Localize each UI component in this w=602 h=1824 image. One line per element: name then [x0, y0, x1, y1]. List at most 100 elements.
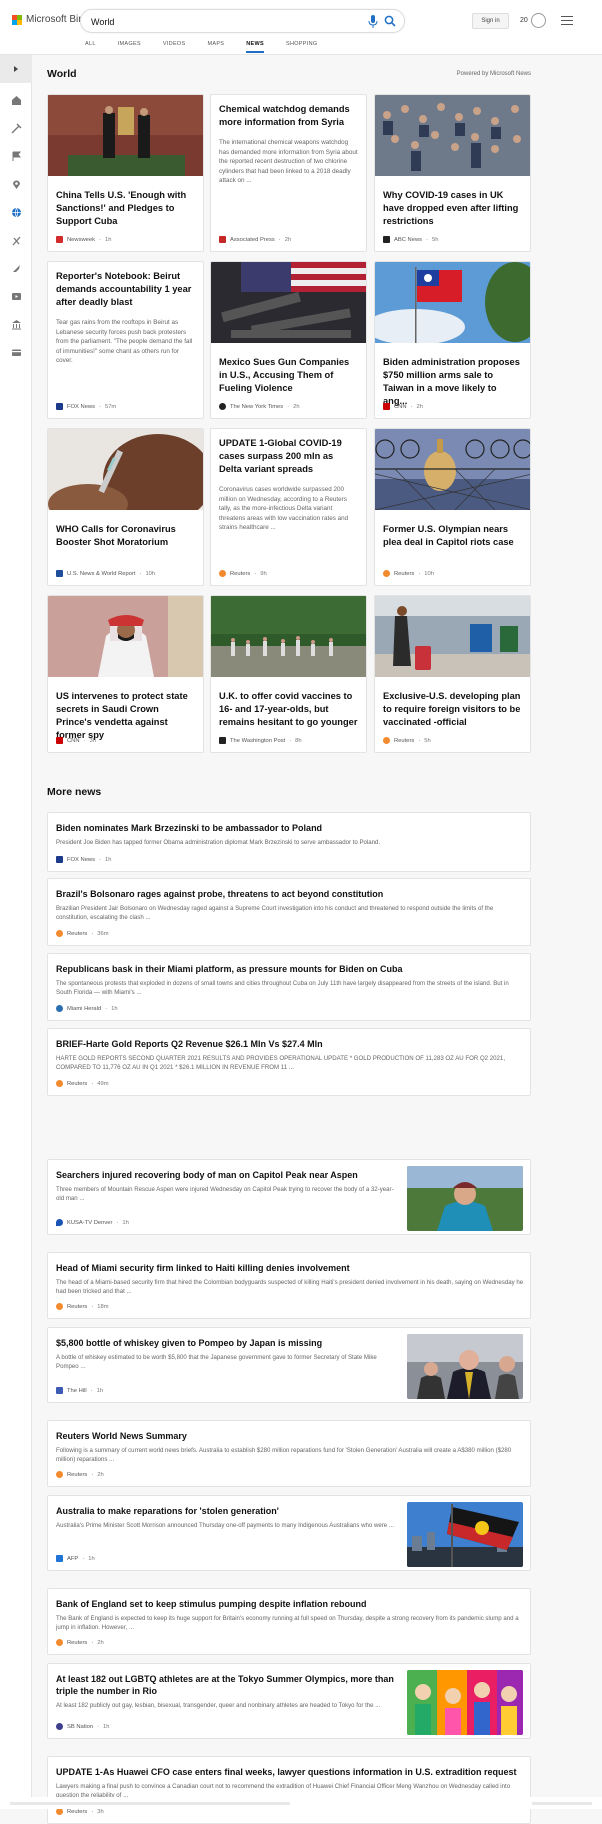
search-input[interactable]	[91, 14, 331, 29]
separator: ·	[139, 570, 142, 577]
news-list-item[interactable]: UPDATE 1-As Huawei CFO case enters final…	[47, 1756, 531, 1824]
section-header: World Powered by Microsoft News	[47, 68, 531, 82]
news-list-item[interactable]: Searchers injured recovering body of man…	[47, 1159, 531, 1235]
time-ago: 2h	[284, 236, 292, 243]
abc-icon	[383, 236, 390, 243]
news-card[interactable]: UPDATE 1-Global COVID-19 cases surpass 2…	[210, 428, 367, 586]
newsweek-icon	[56, 236, 63, 243]
separator: ·	[289, 737, 292, 744]
source-line: Reuters · 9h	[219, 570, 267, 577]
expand-rail-button[interactable]	[0, 55, 32, 83]
source-name: The New York Times	[230, 403, 284, 410]
news-card[interactable]: Exclusive-U.S. developing plan to requir…	[374, 595, 531, 753]
chevron-right-icon	[14, 66, 18, 72]
page-footer	[0, 1797, 602, 1809]
news-list-item[interactable]: $5,800 bottle of whiskey given to Pompeo…	[47, 1327, 531, 1403]
menu-icon[interactable]	[561, 16, 573, 25]
flag-icon[interactable]	[9, 149, 23, 163]
news-card[interactable]: WHO Calls for Coronavirus Booster Shot M…	[47, 428, 204, 586]
bank-icon[interactable]	[9, 317, 23, 331]
news-card[interactable]: Mexico Sues Gun Companies in U.S., Accus…	[210, 261, 367, 419]
separator: ·	[99, 403, 101, 410]
source-name: Associated Press	[230, 236, 275, 243]
fox-icon	[56, 403, 63, 410]
time-ago: 2h	[416, 403, 423, 410]
news-card[interactable]: Why COVID-19 cases in UK have dropped ev…	[374, 94, 531, 252]
time-ago: 1h	[104, 856, 112, 863]
home-icon[interactable]	[9, 93, 23, 107]
rocket-icon[interactable]	[9, 261, 23, 275]
news-card-image	[375, 262, 530, 345]
source-line: CNN · 2h	[383, 403, 423, 410]
source-line: The New York Times · 2h	[219, 403, 300, 410]
news-card-image	[375, 596, 530, 677]
tab-news[interactable]: NEWS	[246, 39, 264, 53]
news-list-item[interactable]: Brazil's Bolsonaro rages against probe, …	[47, 878, 531, 946]
news-list-item[interactable]: Reuters World News Summary Following is …	[47, 1420, 531, 1487]
news-card[interactable]: Reporter's Notebook: Beirut demands acco…	[47, 261, 204, 419]
news-card[interactable]: China Tells U.S. 'Enough with Sanctions!…	[47, 94, 204, 252]
card-title: WHO Calls for Coronavirus Booster Shot M…	[56, 524, 176, 547]
news-list-item[interactable]: BRIEF-Harte Gold Reports Q2 Revenue $26.…	[47, 1028, 531, 1096]
card-title: UPDATE 1-Global COVID-19 cases surpass 2…	[219, 438, 342, 474]
video-icon[interactable]	[9, 289, 23, 303]
microsoft-logo-icon	[12, 14, 22, 25]
item-thumbnail	[407, 1166, 523, 1231]
item-title: Searchers injured recovering body of man…	[56, 1170, 358, 1180]
more-news-title: More news	[47, 786, 102, 798]
source-name: ABC News	[394, 236, 423, 243]
tab-images[interactable]: IMAGES	[118, 39, 141, 53]
science-icon[interactable]	[9, 233, 23, 247]
sign-in-button[interactable]: Sign in	[472, 13, 509, 29]
time-ago: 36m	[97, 930, 109, 937]
separator: ·	[418, 570, 421, 577]
item-title: Reuters World News Summary	[56, 1431, 187, 1441]
news-card-image	[211, 596, 366, 677]
news-list-item[interactable]: Head of Miami security firm linked to Ha…	[47, 1252, 531, 1319]
news-list-item[interactable]: Bank of England set to keep stimulus pum…	[47, 1588, 531, 1655]
microphone-icon[interactable]	[368, 15, 378, 28]
news-card[interactable]: U.K. to offer covid vaccines to 16- and …	[210, 595, 367, 753]
news-card[interactable]: Chemical watchdog demands more informati…	[210, 94, 367, 252]
card-summary: Tear gas rains from the rooftops in Beir…	[56, 319, 193, 364]
time-ago: 3h	[97, 1808, 104, 1815]
globe-icon[interactable]	[9, 205, 23, 219]
tab-maps[interactable]: MAPS	[207, 39, 224, 53]
item-title: UPDATE 1-As Huawei CFO case enters final…	[56, 1767, 517, 1777]
time-ago: 2h	[97, 1639, 104, 1646]
tab-shopping[interactable]: SHOPPING	[286, 39, 317, 53]
footer-links[interactable]	[10, 1802, 290, 1805]
card-icon[interactable]	[9, 345, 23, 359]
left-rail	[0, 55, 32, 1809]
news-list-item[interactable]: At least 182 out LGBTQ athletes are at t…	[47, 1663, 531, 1739]
source-name: The Hill	[67, 1387, 87, 1394]
separator: ·	[426, 236, 428, 243]
card-title: Why COVID-19 cases in UK have dropped ev…	[383, 190, 519, 226]
source-line: Newsweek · 1h	[56, 236, 111, 243]
source-line: Associated Press · 2h	[219, 236, 291, 243]
afp-icon	[56, 1555, 63, 1562]
news-card[interactable]: US intervenes to protect state secrets i…	[47, 595, 204, 753]
news-list-item[interactable]: Australia to make reparations for 'stole…	[47, 1495, 531, 1571]
item-title: BRIEF-Harte Gold Reports Q2 Revenue $26.…	[56, 1039, 323, 1049]
tab-videos[interactable]: VIDEOS	[163, 39, 186, 53]
news-card[interactable]: Biden administration proposes $750 milli…	[374, 261, 531, 419]
source-line: KUSA-TV Denver · 1h	[56, 1219, 129, 1226]
bing-logo[interactable]: Microsoft Bing	[12, 14, 89, 25]
rewards-button[interactable]: 20	[520, 13, 546, 28]
news-card[interactable]: Former U.S. Olympian nears plea deal in …	[374, 428, 531, 586]
source-line: Miami Herald · 1h	[56, 1005, 118, 1012]
search-icon[interactable]	[384, 15, 396, 27]
location-icon[interactable]	[9, 177, 23, 191]
tab-all[interactable]: ALL	[85, 39, 96, 53]
reuters-icon	[383, 737, 390, 744]
time-ago: 10h	[424, 570, 434, 577]
tools-icon[interactable]	[9, 121, 23, 135]
news-list-item[interactable]: Republicans bask in their Miami platform…	[47, 953, 531, 1021]
news-list-item[interactable]: Biden nominates Mark Brzezinski to be am…	[47, 812, 531, 872]
item-summary: Three members of Mountain Rescue Aspen w…	[56, 1186, 394, 1202]
rewards-count: 20	[520, 17, 528, 24]
rewards-medal-icon	[530, 13, 546, 28]
wapo-icon	[219, 737, 226, 744]
item-summary: HARTE GOLD REPORTS SECOND QUARTER 2021 R…	[56, 1055, 506, 1071]
